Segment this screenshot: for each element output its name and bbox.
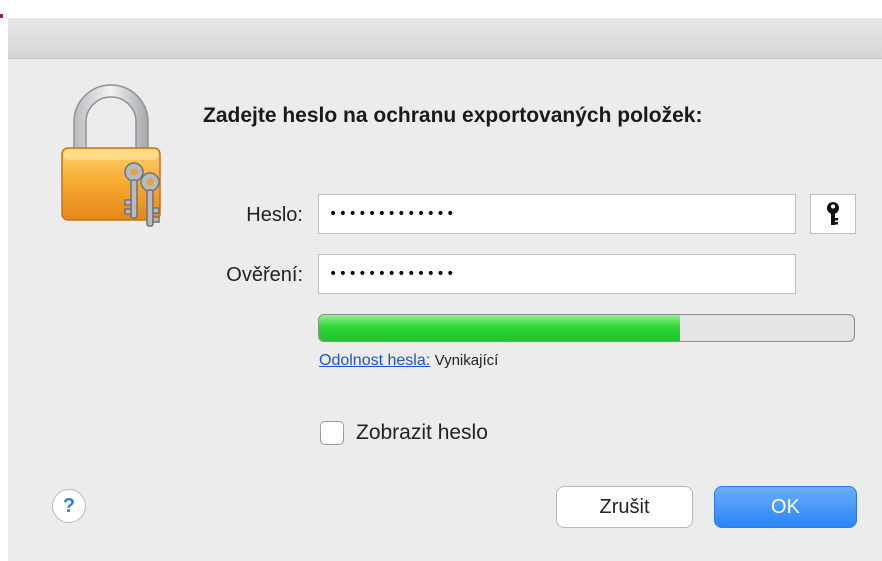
dialog-titlebar: [8, 18, 882, 59]
password-value: •••••••••••••: [329, 206, 456, 222]
cancel-button-label: Zrušit: [599, 495, 650, 518]
dialog-prompt: Zadejte heslo na ochranu exportovaných p…: [203, 104, 703, 127]
password-strength-link[interactable]: Odolnost hesla:: [319, 352, 430, 369]
corner-mark: [0, 14, 3, 18]
verify-label: Ověření:: [226, 264, 303, 286]
help-icon: ?: [62, 494, 76, 517]
ok-button-label: OK: [771, 495, 800, 518]
password-strength-text: Odolnost hesla: Vynikající: [319, 352, 498, 370]
cancel-button[interactable]: Zrušit: [556, 486, 693, 528]
password-strength-meter: [318, 314, 855, 342]
show-password-label[interactable]: Zobrazit heslo: [356, 421, 488, 445]
verify-value: •••••••••••••: [329, 266, 456, 282]
password-strength-value: Vynikající: [434, 352, 499, 369]
ok-button[interactable]: OK: [714, 486, 857, 528]
help-button[interactable]: ?: [52, 489, 86, 523]
show-password-checkbox[interactable]: [320, 421, 344, 445]
password-strength-fill: [319, 315, 681, 341]
password-assistant-button[interactable]: [810, 194, 856, 234]
password-field[interactable]: •••••••••••••: [318, 194, 796, 234]
password-label: Heslo:: [246, 204, 303, 226]
key-icon: [827, 202, 839, 225]
verify-field[interactable]: •••••••••••••: [318, 254, 796, 294]
